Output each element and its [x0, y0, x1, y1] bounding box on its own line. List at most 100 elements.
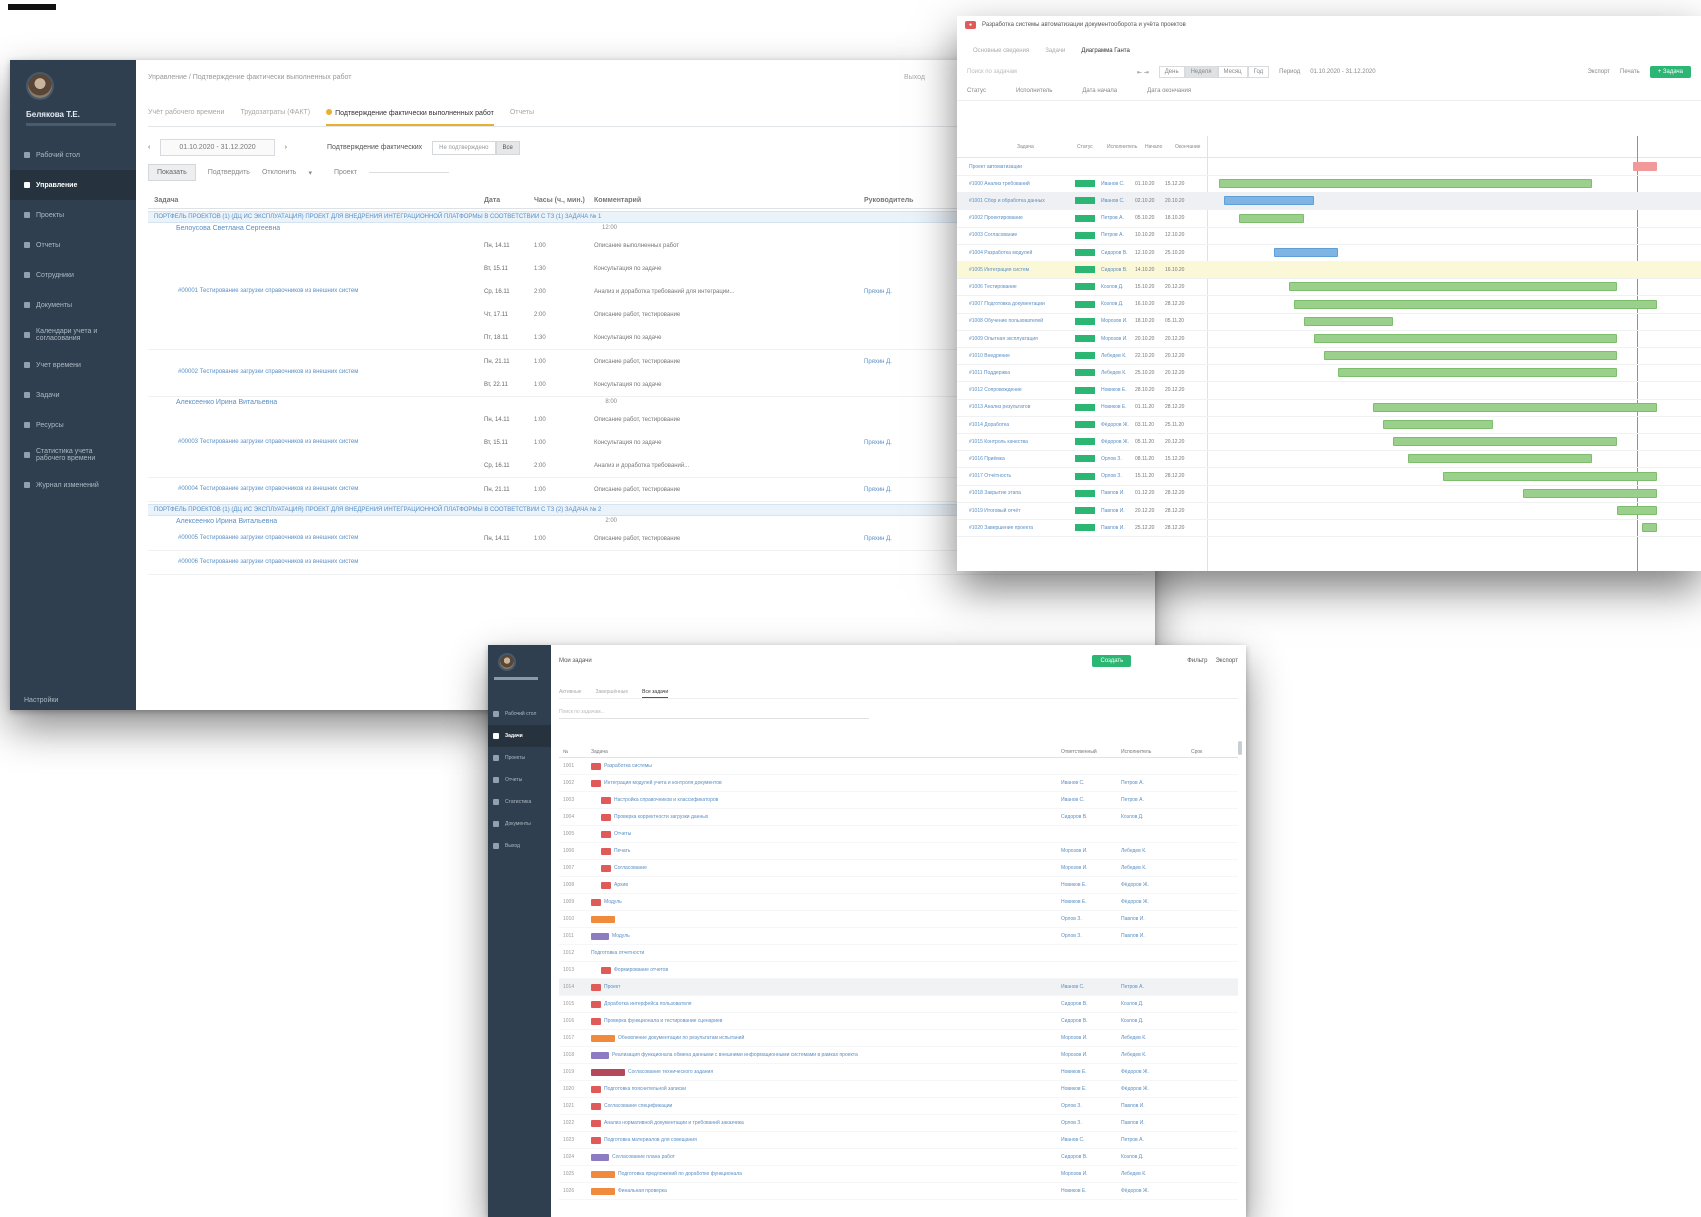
gantt-bar[interactable] — [1338, 368, 1618, 378]
owner-link[interactable]: Иванов С. — [1061, 984, 1121, 990]
column-header[interactable]: Задача — [154, 197, 484, 204]
table-row[interactable]: 1011 Модуль Орлов З. Павлов И. — [559, 928, 1238, 945]
gantt-bar[interactable] — [1223, 196, 1314, 206]
avatar[interactable] — [498, 653, 516, 671]
table-row[interactable]: 1010 Орлов З. Павлов И. — [559, 911, 1238, 928]
executor[interactable]: Сидоров В. — [1101, 267, 1135, 273]
executor-link[interactable]: Козлов Д. — [1121, 1001, 1191, 1007]
task-name[interactable]: Проект автоматизации — [957, 164, 1067, 170]
task-title[interactable]: Доработка интерфейса пользователя — [591, 1000, 1061, 1008]
executor-link[interactable]: Лебедев К. — [1121, 848, 1191, 854]
owner-link[interactable]: Морозов И. — [1061, 1035, 1121, 1041]
export-link[interactable]: Экспорт — [1587, 69, 1610, 75]
sidebar-item[interactable]: Журнал изменений — [10, 470, 136, 500]
tab[interactable]: Диаграмма Ганта — [1081, 48, 1129, 54]
task-name[interactable]: #1007 Подготовка документации — [957, 301, 1067, 307]
tab[interactable]: Активные — [559, 689, 581, 698]
task-title[interactable]: Реализация функционала обмена данными с … — [591, 1051, 1061, 1059]
executor[interactable]: Петров А. — [1101, 232, 1135, 238]
owner-link[interactable]: Новиков Е. — [1061, 1069, 1121, 1075]
executor-link[interactable]: Козлов Д. — [1121, 814, 1191, 820]
executor-link[interactable]: Козлов Д. — [1121, 1018, 1191, 1024]
owner-link[interactable]: Орлов З. — [1061, 933, 1121, 939]
executor-link[interactable]: Петров А. — [1121, 797, 1191, 803]
executor[interactable]: Лебедев К. — [1101, 370, 1135, 376]
task-title[interactable]: Подготовка материалов для совещания — [591, 1136, 1061, 1144]
table-row[interactable]: 1016 Проверка функционала и тестирование … — [559, 1013, 1238, 1030]
gantt-bar[interactable] — [1393, 437, 1618, 447]
date-range-input[interactable]: 01.10.2020 - 31.12.2020 — [160, 139, 275, 156]
prev-period-icon[interactable]: ‹ — [148, 144, 150, 151]
gantt-bar[interactable] — [1273, 248, 1339, 257]
executor-link[interactable]: Петров А. — [1121, 1137, 1191, 1143]
executor[interactable]: Иванов С. — [1101, 181, 1135, 187]
owner-link[interactable]: Орлов З. — [1061, 916, 1121, 922]
task-title[interactable]: Интеграция модулей учета и контроля доку… — [591, 779, 1061, 787]
sidebar-item[interactable]: Отчеты — [10, 230, 136, 260]
export-link[interactable]: Экспорт — [1215, 658, 1238, 664]
add-task-button[interactable]: + Задача — [1649, 66, 1691, 78]
executor-link[interactable]: Фёдоров Ж. — [1121, 1069, 1191, 1075]
task-link[interactable]: #00003 Тестирование загрузки справочнико… — [178, 439, 358, 445]
executor[interactable]: Фёдоров Ж. — [1101, 422, 1135, 428]
owner-link[interactable]: Морозов И. — [1061, 1171, 1121, 1177]
scale-option[interactable]: Месяц — [1217, 66, 1248, 78]
executor[interactable]: Фёдоров Ж. — [1101, 439, 1135, 445]
sidebar-item[interactable]: Проекты — [10, 200, 136, 230]
project-select[interactable] — [369, 172, 450, 173]
table-row[interactable]: 1008 Архив Новиков Е. Фёдоров Ж. — [559, 877, 1238, 894]
task-name[interactable]: #1019 Итоговый отчёт — [957, 508, 1067, 514]
gantt-bar[interactable] — [1293, 299, 1657, 309]
logout-link[interactable]: Выход — [904, 74, 925, 81]
table-row[interactable]: 1017 Обновление документации по результат… — [559, 1030, 1238, 1047]
task-title[interactable]: Согласование — [591, 864, 1061, 872]
executor-link[interactable]: Павлов И. — [1121, 1103, 1191, 1109]
table-row[interactable]: 1018 Реализация функционала обмена данным… — [559, 1047, 1238, 1064]
executor[interactable]: Козлов Д. — [1101, 284, 1135, 290]
sidebar-item[interactable]: Отчеты — [488, 769, 551, 791]
tab[interactable]: Учёт рабочего времени — [148, 109, 224, 126]
tab[interactable]: Задачи — [1045, 48, 1065, 54]
gantt-row[interactable]: Проект автоматизации — [957, 158, 1701, 176]
reject-filter-button[interactable]: Отклонить — [262, 169, 296, 176]
gantt-row[interactable]: #1005 Интеграция систем Сидоров В. 14.10.2… — [957, 261, 1701, 280]
executor-link[interactable]: Лебедев К. — [1121, 1171, 1191, 1177]
gantt-row[interactable]: #1014 Доработка Фёдоров Ж. 03.11.20 25.11.2… — [957, 416, 1701, 434]
owner-link[interactable]: Новиков Е. — [1061, 1086, 1121, 1092]
executor-link[interactable]: Лебедев К. — [1121, 1035, 1191, 1041]
sidebar-item[interactable]: Учет времени — [10, 350, 136, 380]
table-row[interactable]: 1007 Согласование Морозов И. Лебедев К. — [559, 860, 1238, 877]
executor[interactable]: Морозов И. — [1101, 318, 1135, 324]
owner-link[interactable]: Иванов С. — [1061, 1137, 1121, 1143]
task-name[interactable]: #1002 Проектирование — [957, 215, 1067, 221]
task-name[interactable]: #1020 Завершение проекта — [957, 525, 1067, 531]
table-row[interactable]: 1019 Согласование технического задания Нов… — [559, 1064, 1238, 1081]
executor-link[interactable]: Павлов И. — [1121, 916, 1191, 922]
column-header[interactable]: Срок — [1191, 749, 1221, 755]
executor[interactable]: Павлов И. — [1101, 525, 1135, 531]
sidebar-item[interactable]: Ресурсы — [10, 410, 136, 440]
gantt-bar[interactable] — [1288, 282, 1618, 292]
confirm-toggle[interactable]: Не подтверждено Все — [432, 140, 520, 155]
table-row[interactable]: 1023 Подготовка материалов для совещания И… — [559, 1132, 1238, 1149]
task-title[interactable]: Согласование технического задания — [591, 1068, 1061, 1076]
sidebar-item[interactable]: Выход — [488, 835, 551, 857]
task-title[interactable]: Обновление документации по результатам и… — [591, 1034, 1061, 1042]
column-header[interactable]: Исполнитель — [1107, 144, 1137, 150]
column-header[interactable]: Статус — [1077, 144, 1093, 150]
gantt-bar[interactable] — [1373, 402, 1657, 412]
task-title[interactable]: Подготовка пояснительной записки — [591, 1085, 1061, 1093]
task-name[interactable]: #1012 Сопровождение — [957, 387, 1067, 393]
task-title[interactable]: Анализ нормативной документации и требов… — [591, 1119, 1061, 1127]
table-row[interactable]: 1004 Проверка корректности загрузки данны… — [559, 809, 1238, 826]
column-header[interactable]: Исполнитель — [1121, 749, 1191, 755]
create-button[interactable]: Создать — [1092, 655, 1132, 667]
table-row[interactable]: 1002 Интеграция модулей учета и контроля … — [559, 775, 1238, 792]
filter-link[interactable]: Фильтр — [1187, 658, 1207, 664]
collapse-icon[interactable]: ⇤ ⇥ — [1137, 69, 1149, 76]
sidebar-item[interactable]: Сотрудники — [10, 260, 136, 290]
tab[interactable]: Завершённые — [595, 689, 628, 698]
table-row[interactable]: 1009 Модуль Новиков Е. Фёдоров Ж. — [559, 894, 1238, 911]
task-name[interactable]: #1004 Разработка модулей — [957, 250, 1067, 256]
gantt-bar[interactable] — [1303, 316, 1394, 326]
